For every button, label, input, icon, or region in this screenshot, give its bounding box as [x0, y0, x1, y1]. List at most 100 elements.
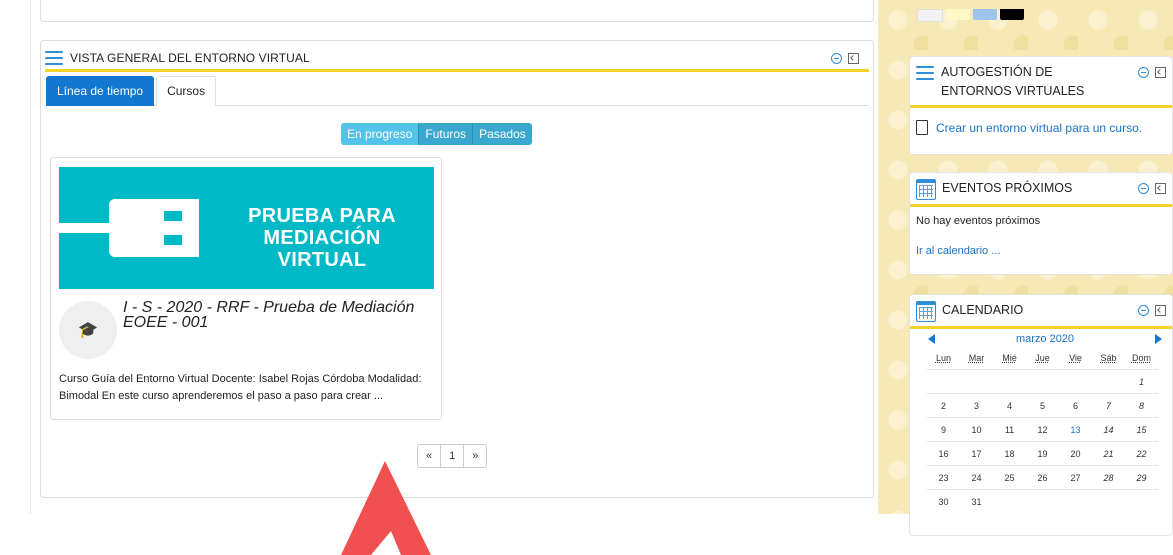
calendar-day[interactable]: 25 [993, 465, 1026, 490]
calendar-day[interactable]: 20 [1059, 441, 1092, 466]
calendar-empty-cell [1059, 489, 1092, 513]
calendar-day[interactable]: 7 [1092, 393, 1125, 418]
collapse-icon[interactable] [1138, 305, 1149, 316]
calendar-empty-cell [1026, 369, 1059, 394]
swatch-light-gray[interactable] [917, 9, 943, 22]
calendar-block: CALENDARIO marzo 2020 Lun Mar Mié Jue Vie Sáb… [909, 294, 1173, 536]
calendar-day[interactable]: 24 [960, 465, 993, 490]
calendar-day[interactable]: 30 [927, 489, 960, 513]
calendar-day[interactable]: 27 [1059, 465, 1092, 490]
calendar-month-link[interactable]: marzo 2020 [1016, 333, 1074, 345]
calendar-day[interactable]: 18 [993, 441, 1026, 466]
dock-icon[interactable] [1155, 305, 1166, 316]
calendar-day[interactable]: 11 [993, 417, 1026, 442]
dock-icon[interactable] [1155, 183, 1166, 194]
weekday-header: Lun [935, 353, 952, 363]
calendar-empty-cell [1059, 369, 1092, 394]
annotation-arrow [341, 461, 431, 555]
weekday-header: Sáb [1100, 353, 1117, 363]
collapse-icon[interactable] [831, 52, 842, 64]
next-month-icon[interactable] [1155, 334, 1162, 344]
calendar-day[interactable]: 16 [927, 441, 960, 466]
dock-icon[interactable] [1155, 67, 1166, 78]
calendar-day[interactable]: 21 [1092, 441, 1125, 466]
calendar-day[interactable]: 12 [1026, 417, 1059, 442]
calendar-empty-cell [993, 369, 1026, 394]
calendar-day[interactable]: 26 [1026, 465, 1059, 490]
menu-icon [916, 66, 934, 80]
previous-month-icon[interactable] [928, 334, 935, 344]
calendar-title: CALENDARIO [942, 303, 1024, 317]
filter-past-button[interactable]: Pasados [473, 123, 532, 145]
banner-line-1: PRUEBA PARA [248, 205, 396, 227]
filter-in-progress-button[interactable]: En progreso [341, 123, 420, 145]
course-overview-block: VISTA GENERAL DEL ENTORNO VIRTUAL Línea … [40, 40, 874, 555]
no-events-text: No hay eventos próximos [916, 215, 1041, 227]
calendar-day[interactable]: 3 [960, 393, 993, 418]
calendar-grid: Lun Mar Mié Jue Vie Sáb Dom 1 2 3 4 5 6 7 8 9 10 11 12 13 1… [927, 347, 1158, 513]
calendar-empty-cell [1092, 489, 1125, 513]
calendar-day[interactable]: 8 [1125, 393, 1158, 418]
tab-courses[interactable]: Cursos [156, 76, 217, 106]
dock-icon[interactable] [848, 52, 859, 64]
calendar-day[interactable]: 19 [1026, 441, 1059, 466]
block-header: VISTA GENERAL DEL ENTORNO VIRTUAL [45, 47, 869, 72]
calendar-day[interactable]: 13 [1059, 417, 1092, 442]
swatch-blue[interactable] [973, 9, 997, 20]
calendar-day[interactable]: 23 [927, 465, 960, 490]
swatch-black[interactable] [1000, 9, 1024, 20]
filter-future-button[interactable]: Futuros [419, 123, 474, 145]
calendar-empty-cell [1026, 489, 1059, 513]
calendar-day[interactable]: 10 [960, 417, 993, 442]
tab-bar: Línea de tiempo Cursos [46, 76, 868, 106]
autogestion-block: AUTOGESTIÓN DE ENTORNOS VIRTUALES Crear … [909, 56, 1173, 155]
banner-line-2: MEDIACIÓN VIRTUAL [263, 227, 381, 271]
collapse-icon[interactable] [1138, 67, 1149, 78]
calendar-empty-cell [993, 489, 1026, 513]
calendar-day[interactable]: 28 [1092, 465, 1125, 490]
usb-plug-graphic [109, 199, 199, 257]
pagination-next-button[interactable]: » [464, 445, 487, 467]
usb-cable-graphic [59, 223, 109, 233]
tab-timeline[interactable]: Línea de tiempo [46, 76, 155, 106]
calendar-nav: marzo 2020 [910, 329, 1172, 347]
menu-icon [45, 51, 63, 65]
calendar-empty-cell [927, 369, 960, 394]
weekday-header: Jue [1035, 353, 1050, 363]
create-virtual-environment-link[interactable]: Crear un entorno virtual para un curso. [936, 121, 1142, 135]
previous-block-bottom [40, 0, 874, 22]
weekday-header: Mar [968, 353, 985, 363]
calendar-day[interactable]: 2 [927, 393, 960, 418]
collapse-icon[interactable] [1138, 183, 1149, 194]
calendar-empty-cell [1125, 489, 1158, 513]
events-title: EVENTOS PRÓXIMOS [942, 181, 1073, 195]
calendar-icon [916, 301, 936, 322]
course-summary: Curso Guía del Entorno Virtual Docente: … [59, 373, 422, 402]
calendar-day[interactable]: 15 [1125, 417, 1158, 442]
calendar-day[interactable]: 1 [1125, 369, 1158, 394]
weekday-header: Vie [1069, 353, 1082, 363]
page-border [30, 0, 31, 514]
color-swatches [917, 9, 1024, 22]
block-title: VISTA GENERAL DEL ENTORNO VIRTUAL [70, 51, 310, 65]
document-icon [916, 120, 928, 135]
weekday-header: Mié [1002, 353, 1017, 363]
calendar-day[interactable]: 22 [1125, 441, 1158, 466]
calendar-day[interactable]: 17 [960, 441, 993, 466]
weekday-header: Dom [1131, 353, 1151, 363]
calendar-day[interactable]: 9 [927, 417, 960, 442]
calendar-empty-cell [960, 369, 993, 394]
course-card[interactable]: PRUEBA PARA MEDIACIÓN VIRTUAL 🎓 I - S - … [50, 157, 442, 420]
course-banner-image[interactable]: PRUEBA PARA MEDIACIÓN VIRTUAL [59, 167, 434, 289]
calendar-day[interactable]: 6 [1059, 393, 1092, 418]
calendar-day[interactable]: 29 [1125, 465, 1158, 490]
banner-text: PRUEBA PARA MEDIACIÓN VIRTUAL [217, 205, 427, 271]
calendar-day[interactable]: 5 [1026, 393, 1059, 418]
swatch-yellow[interactable] [946, 9, 970, 20]
calendar-day[interactable]: 31 [960, 489, 993, 513]
calendar-day[interactable]: 14 [1092, 417, 1125, 442]
go-to-calendar-link[interactable]: Ir al calendario ... [910, 227, 1172, 257]
calendar-day[interactable]: 4 [993, 393, 1026, 418]
calendar-empty-cell [1092, 369, 1125, 394]
course-title-link[interactable]: I - S - 2020 - RRF - Prueba de Mediación… [123, 300, 433, 331]
